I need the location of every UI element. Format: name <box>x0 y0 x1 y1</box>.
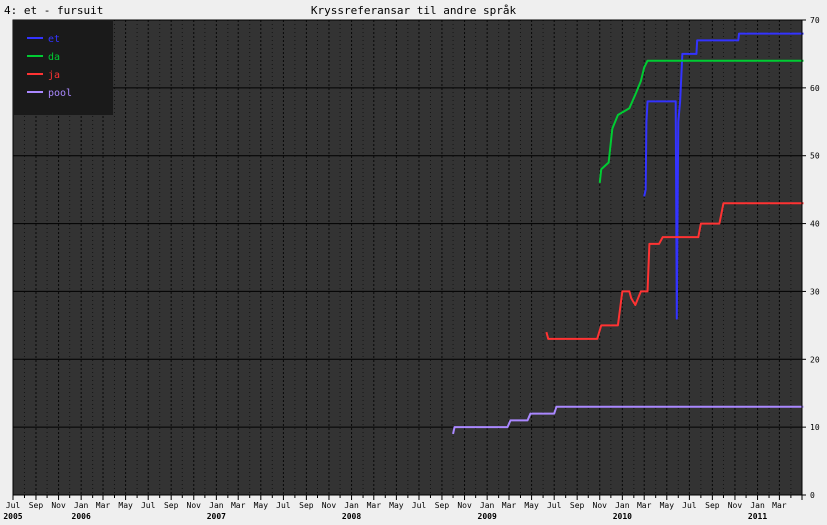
legend-label-pool: pool <box>48 88 72 99</box>
x-tick-label: May <box>389 501 404 510</box>
x-tick-label: Jan <box>480 501 495 510</box>
line-chart: 0 10 20 30 40 50 60 70 Jul 2005 Sep Nov Jan 2006 Mar M… <box>3 16 820 521</box>
x-tick-label: May <box>118 501 133 510</box>
y-tick-label: 20 <box>810 355 820 364</box>
x-tick-label: Jul <box>412 501 427 510</box>
legend-label-ja: ja <box>48 70 60 81</box>
x-tick-label: Mar <box>96 501 111 510</box>
x-axis: Jul 2005 Sep Nov Jan 2006 Mar May Jul Sep Nov Jan 20… <box>3 495 803 521</box>
x-tick-label: Nov <box>728 501 743 510</box>
y-tick-label: 10 <box>810 423 820 432</box>
legend-label-da: da <box>48 52 60 63</box>
y-tick-label: 50 <box>810 152 820 161</box>
y-tick-label: 0 <box>810 491 815 500</box>
x-tick-label: Mar <box>502 501 517 510</box>
legend-box <box>13 20 113 115</box>
x-tick-label: Jul <box>141 501 156 510</box>
x-tick-label: Mar <box>772 501 787 510</box>
x-tick-label: Mar <box>231 501 246 510</box>
legend: et da ja pool <box>13 20 113 115</box>
legend-label-et: et <box>48 34 60 45</box>
x-year-label: 2006 <box>72 512 91 521</box>
x-tick-label: Jul <box>6 501 21 510</box>
y-tick-label: 30 <box>810 287 820 296</box>
x-year-label: 2009 <box>478 512 497 521</box>
x-tick-label: Jan <box>750 501 765 510</box>
x-tick-label: Jan <box>74 501 89 510</box>
y-tick-label: 70 <box>810 16 820 25</box>
x-year-label: 2008 <box>342 512 361 521</box>
x-tick-label: Mar <box>367 501 382 510</box>
x-tick-label: Jul <box>682 501 697 510</box>
x-tick-label: May <box>254 501 269 510</box>
x-tick-label: Sep <box>570 501 585 510</box>
x-tick-label: Jan <box>344 501 359 510</box>
x-tick-label: Nov <box>457 501 472 510</box>
x-tick-label: May <box>524 501 539 510</box>
x-tick-label: Nov <box>593 501 608 510</box>
x-year-label: 2011 <box>748 512 767 521</box>
x-tick-label: Sep <box>164 501 179 510</box>
x-tick-label: Mar <box>637 501 652 510</box>
x-year-label: 2010 <box>613 512 632 521</box>
x-tick-label: Sep <box>435 501 450 510</box>
x-tick-label: May <box>660 501 675 510</box>
x-tick-label: Nov <box>187 501 202 510</box>
x-tick-label: Sep <box>705 501 720 510</box>
x-year-label: 2007 <box>207 512 226 521</box>
x-tick-label: Jul <box>276 501 291 510</box>
x-tick-label: Sep <box>29 501 44 510</box>
x-tick-label: Nov <box>322 501 337 510</box>
y-tick-label: 60 <box>810 84 820 93</box>
x-tick-label: Jan <box>209 501 224 510</box>
x-tick-label: Sep <box>299 501 314 510</box>
x-tick-label: Jan <box>615 501 630 510</box>
x-tick-label: Jul <box>547 501 562 510</box>
x-year-label: 2005 <box>3 512 22 521</box>
x-tick-label: Nov <box>51 501 66 510</box>
plot-area <box>13 20 802 495</box>
y-axis: 0 10 20 30 40 50 60 70 <box>802 16 820 500</box>
y-tick-label: 40 <box>810 220 820 229</box>
